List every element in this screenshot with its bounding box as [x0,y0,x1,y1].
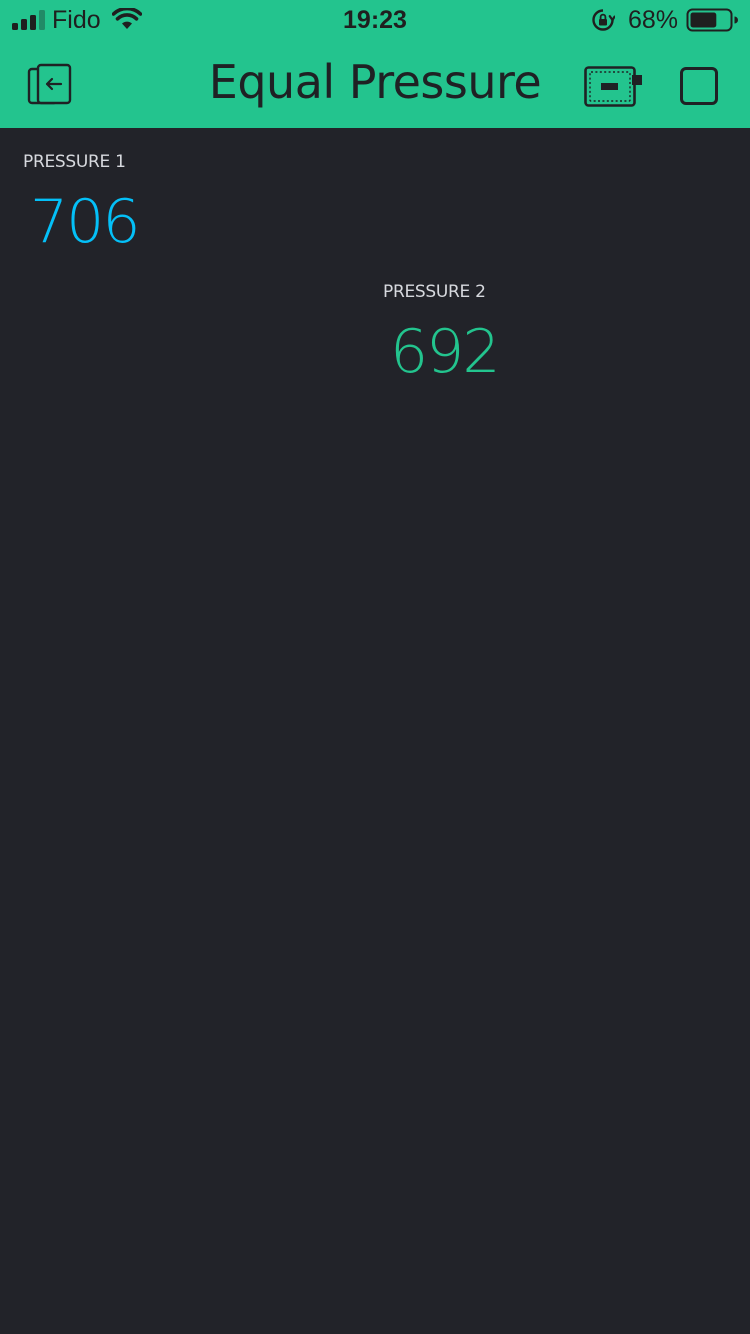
device-board-icon[interactable] [582,63,644,109]
rotation-lock-icon [592,9,615,31]
battery-percentage: 68% [628,6,679,34]
status-bar: Fido 19:23 68% [0,0,750,40]
pressure-2-label: PRESSURE 2 [383,282,486,302]
pressure-2-value: 692 [390,317,501,387]
battery-icon [686,8,738,32]
pressure-1-label: PRESSURE 1 [23,152,126,172]
pressure-1-value: 706 [30,187,141,257]
stop-button[interactable] [680,67,718,105]
app-header: Fido 19:23 68% Equal Pressure [0,0,750,128]
